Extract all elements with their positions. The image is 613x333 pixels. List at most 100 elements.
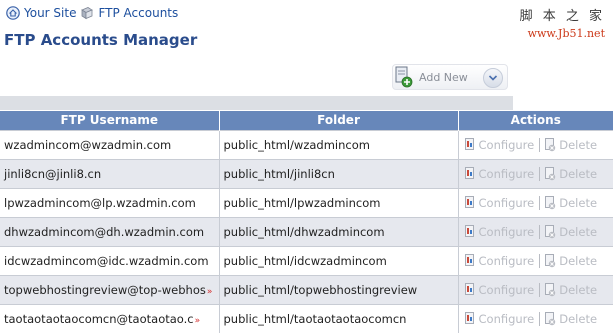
configure-label: Configure: [478, 166, 535, 181]
delete-button[interactable]: Delete: [545, 195, 598, 210]
add-document-icon: [395, 66, 413, 88]
truncated-indicator[interactable]: »: [207, 287, 213, 297]
delete-label: Delete: [559, 137, 598, 152]
delete-icon: [545, 195, 556, 209]
add-new-label: Add New: [419, 70, 468, 84]
configure-button[interactable]: Configure: [464, 137, 534, 152]
configure-icon: [464, 195, 474, 208]
folder-text: public_html/taotaotaotaocomcn: [223, 311, 407, 326]
folder-text: public_html/jinli8cn: [223, 166, 335, 181]
delete-label: Delete: [559, 253, 598, 268]
cell-actions: Configure Delete: [458, 275, 613, 305]
delete-button[interactable]: Delete: [545, 253, 598, 268]
delete-label: Delete: [559, 195, 598, 210]
row-actions: Configure Delete: [464, 166, 613, 181]
delete-icon: [545, 282, 556, 296]
ftp-accounts-table: FTP Username Folder Actions wzadmincom@w…: [0, 111, 613, 333]
table-body: wzadmincom@wzadmin.com public_html/wzadmi…: [0, 129, 613, 333]
action-divider: [539, 311, 541, 326]
delete-icon: [545, 253, 556, 267]
delete-label: Delete: [559, 311, 598, 326]
breadcrumb-current[interactable]: FTP Accounts: [80, 6, 178, 20]
chevron-down-icon: [488, 75, 498, 81]
table-row: jinli8cn@jinli8.cn public_html/jinli8cn Co…: [0, 159, 613, 189]
cell-username: jinli8cn@jinli8.cn: [0, 159, 220, 189]
username-text: idcwzadmincom@idc.wzadmin.com: [4, 253, 209, 268]
site-watermark: 脚 本 之 家 www.Jb51.net: [520, 5, 605, 40]
cell-username: lpwzadmincom@lp.wzadmin.com: [0, 188, 220, 218]
home-icon: [6, 6, 20, 20]
cell-actions: Configure Delete: [458, 304, 613, 333]
configure-button[interactable]: Configure: [464, 311, 534, 326]
cell-actions: Configure Delete: [458, 159, 613, 189]
action-divider: [539, 282, 541, 297]
cell-folder: public_html/lpwzadmincom: [219, 188, 459, 218]
delete-icon: [545, 311, 556, 325]
cell-username: wzadmincom@wzadmin.com: [0, 129, 220, 160]
delete-button[interactable]: Delete: [545, 311, 598, 326]
row-actions: Configure Delete: [464, 311, 613, 326]
column-header-username[interactable]: FTP Username: [0, 111, 220, 130]
table-row: taotaotaotaocomcn@taotaotao.c» public_htm…: [0, 304, 613, 333]
cell-folder: public_html/idcwzadmincom: [219, 246, 459, 276]
table-row: topwebhostingreview@top-webhos» public_ht…: [0, 275, 613, 305]
truncated-indicator[interactable]: »: [195, 316, 201, 326]
configure-icon: [464, 224, 474, 237]
username-text: taotaotaotaocomcn@taotaotao.c: [4, 311, 194, 326]
delete-icon: [545, 224, 556, 238]
action-divider: [539, 137, 541, 152]
username-text: dhwzadmincom@dh.wzadmin.com: [4, 224, 205, 239]
cell-actions: Configure Delete: [458, 129, 613, 160]
row-actions: Configure Delete: [464, 282, 613, 297]
configure-button[interactable]: Configure: [464, 253, 534, 268]
cell-username: dhwzadmincom@dh.wzadmin.com: [0, 217, 220, 247]
breadcrumb: Your Site FTP Accounts: [6, 5, 178, 21]
cell-username: idcwzadmincom@idc.wzadmin.com: [0, 246, 220, 276]
username-text: topwebhostingreview@top-webhos: [4, 282, 206, 297]
folder-text: public_html/dhwzadmincom: [223, 224, 385, 239]
delete-button[interactable]: Delete: [545, 282, 598, 297]
folder-text: public_html/lpwzadmincom: [223, 195, 381, 210]
add-new-dropdown[interactable]: [483, 68, 503, 88]
configure-button[interactable]: Configure: [464, 195, 534, 210]
delete-label: Delete: [559, 282, 598, 297]
delete-button[interactable]: Delete: [545, 137, 598, 152]
watermark-url: www.Jb51.net: [527, 27, 605, 40]
delete-button[interactable]: Delete: [545, 166, 598, 181]
action-divider: [539, 166, 541, 181]
configure-icon: [464, 311, 474, 324]
breadcrumb-home[interactable]: Your Site: [6, 6, 76, 20]
cell-folder: public_html/topwebhostingreview: [219, 275, 459, 305]
cell-actions: Configure Delete: [458, 217, 613, 247]
configure-label: Configure: [478, 282, 535, 297]
configure-button[interactable]: Configure: [464, 166, 535, 181]
breadcrumb-home-label: Your Site: [24, 6, 77, 20]
cell-folder: public_html/wzadmincom: [219, 129, 459, 160]
configure-icon: [464, 282, 474, 295]
folder-text: public_html/topwebhostingreview: [223, 282, 418, 297]
table-row: idcwzadmincom@idc.wzadmin.com public_html…: [0, 246, 613, 276]
delete-icon: [545, 137, 556, 151]
username-text: jinli8cn@jinli8.cn: [4, 166, 102, 181]
action-divider: [539, 253, 541, 268]
watermark-title: 脚 本 之 家: [519, 9, 605, 24]
action-divider: [539, 195, 541, 210]
cell-actions: Configure Delete: [458, 246, 613, 276]
column-header-folder[interactable]: Folder: [219, 111, 459, 130]
delete-icon: [545, 166, 556, 180]
cell-actions: Configure Delete: [458, 188, 613, 218]
row-actions: Configure Delete: [464, 224, 613, 239]
cell-folder: public_html/dhwzadmincom: [219, 217, 459, 247]
cell-folder: public_html/taotaotaotaocomcn: [219, 304, 459, 333]
column-header-actions: Actions: [458, 111, 613, 130]
delete-label: Delete: [559, 166, 598, 181]
toolbar-separator: [0, 96, 513, 110]
ftp-folder-icon: [81, 7, 94, 20]
configure-button[interactable]: Configure: [464, 224, 534, 239]
add-new-button[interactable]: Add New: [392, 64, 508, 90]
username-text: wzadmincom@wzadmin.com: [4, 137, 172, 152]
cell-username: topwebhostingreview@top-webhos»: [0, 275, 220, 305]
configure-button[interactable]: Configure: [464, 282, 535, 297]
row-actions: Configure Delete: [464, 137, 613, 152]
delete-button[interactable]: Delete: [545, 224, 597, 239]
